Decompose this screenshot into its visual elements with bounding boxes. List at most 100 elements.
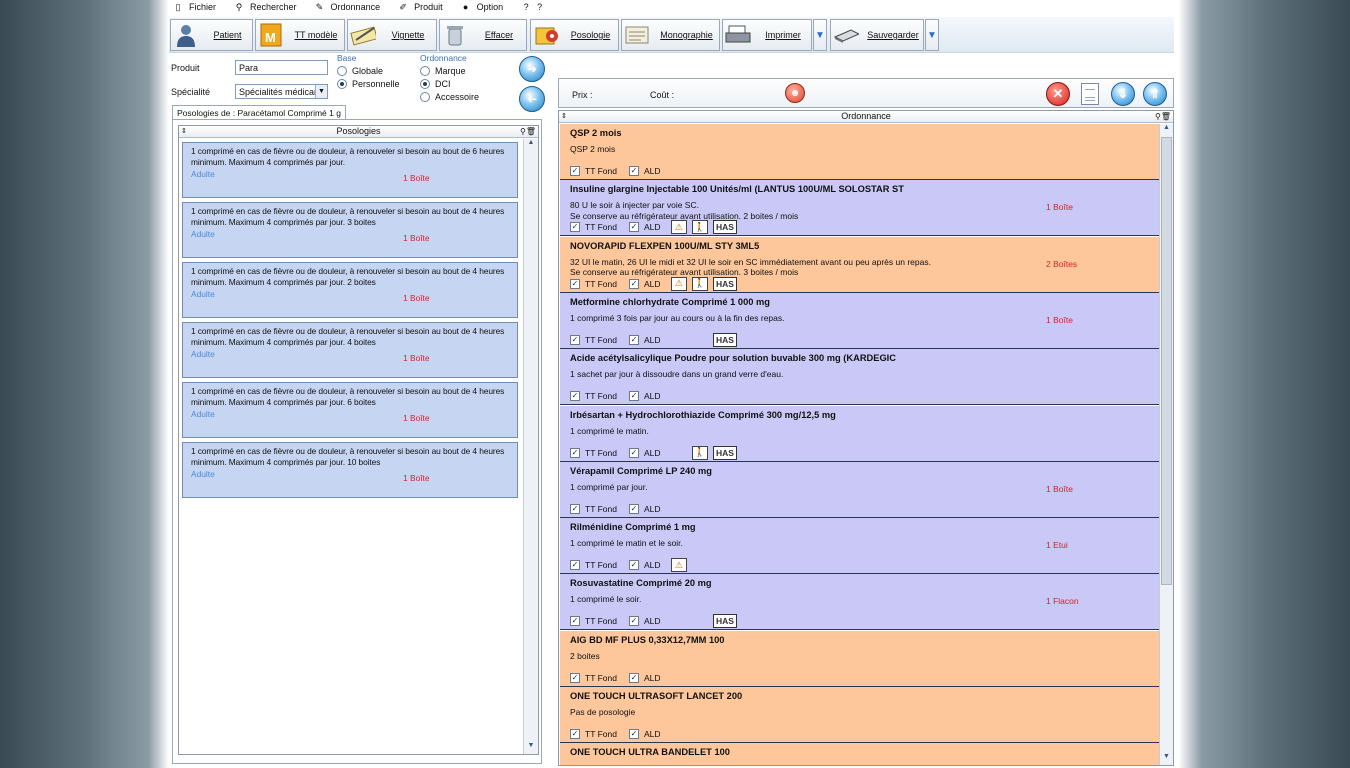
menu-item-0[interactable]: ▯ Fichier [173,2,222,12]
close-icon[interactable]: ✕ [1046,82,1070,106]
arrow-left-icon: ➜ [526,92,538,106]
forward-button[interactable]: ➜ [519,56,545,82]
radio-button[interactable] [420,79,430,89]
menu-item-5[interactable]: ?? [521,2,548,12]
sauvegarder-button[interactable]: Sauvegarder [830,19,924,51]
tt-fond-checkbox[interactable]: ✓ [570,560,580,571]
prescription-row[interactable]: Insuline glargine Injectable 100 Unités/… [560,180,1159,237]
ald-checkbox[interactable]: ✓ [628,278,639,289]
prescription-row[interactable]: Metformine chlorhydrate Comprimé 1 000 m… [560,292,1159,349]
prescription-row[interactable]: Acide acétylsalicylique Poudre pour solu… [560,349,1159,406]
svg-text:M: M [265,30,276,45]
ald-checkbox[interactable]: ✓ [628,729,639,739]
radio-option[interactable]: Personnelle [337,79,400,89]
scroll-up-icon[interactable]: ▲ [524,139,538,151]
drag-handle-icon[interactable]: ⇕ [561,111,567,122]
posologie-button[interactable]: Posologie [530,19,619,51]
search-delete-icons[interactable]: ⚲🗑 [1155,111,1171,122]
left-scrollbar[interactable]: ▲ ▼ [523,139,538,754]
radio-option[interactable]: DCI [420,79,479,89]
specialite-select[interactable]: Spécialités médicam ▼ [235,84,328,99]
tt-fond-checkbox[interactable]: ✓ [570,334,580,345]
tt-fond-checkbox[interactable]: ✓ [570,391,580,402]
tt-fond-label: TT Fond [585,616,617,627]
prescription-row[interactable]: NOVORAPID FLEXPEN 100U/ML STY 3ML5 32 UI … [560,236,1159,293]
menu-item-label: Option [476,2,504,12]
prescription-row[interactable]: Rosuvastatine Comprimé 20 mg 1 comprimé l… [560,574,1159,631]
ald-checkbox[interactable]: ✓ [628,447,639,458]
move-up-icon[interactable]: ⇑ [1143,82,1167,106]
tt-fond-checkbox[interactable]: ✓ [570,729,580,739]
posology-item[interactable]: 1 comprimé en cas de fièvre ou de douleu… [182,382,518,438]
ald-label: ALD [643,560,661,571]
flags-line: ✓ TT Fond ✓ ALD [570,727,708,741]
prescription-row[interactable]: AIG BD MF PLUS 0,33X12,7MM 100 2 boites ✓ T… [560,630,1159,687]
ald-checkbox[interactable]: ✓ [628,222,639,233]
menu-item-2[interactable]: ✎ Ordonnance [315,2,387,12]
scroll-up-icon[interactable]: ▲ [1160,124,1173,136]
posology-item[interactable]: 1 comprimé en cas de fièvre ou de douleu… [182,142,518,198]
produit-input[interactable]: Para [235,60,328,75]
radio-button[interactable] [337,66,347,76]
radio-button[interactable] [337,79,347,89]
scroll-down-icon[interactable]: ▼ [524,742,538,754]
tt-fond-checkbox[interactable]: ✓ [570,222,580,233]
radio-option[interactable]: Accessoire [420,92,479,102]
ald-checkbox[interactable]: ✓ [628,334,639,345]
right-scrollbar[interactable]: ▲ ▼ [1159,124,1173,765]
smiley-icon[interactable]: ☻ [785,83,805,103]
tt-fond-checkbox[interactable]: ✓ [570,166,580,176]
menu-item-4[interactable]: ● Option [461,2,510,12]
prescription-row[interactable]: Vérapamil Comprimé LP 240 mg 1 comprimé p… [560,461,1159,518]
menu-item-label: Produit [414,2,443,12]
radio-button[interactable] [420,92,430,102]
radio-option[interactable]: Globale [337,66,400,76]
effacer-button[interactable]: Effacer [439,19,527,51]
prescription-row[interactable]: QSP 2 mois QSP 2 mois ✓ TT Fond ✓ ALD [560,124,1159,180]
patient-button[interactable]: Patient [170,19,253,51]
posology-item[interactable]: 1 comprimé en cas de fièvre ou de douleu… [182,202,518,258]
ald-checkbox[interactable]: ✓ [628,672,639,683]
radio-option[interactable]: Marque [420,66,479,76]
tt-fond-checkbox[interactable]: ✓ [570,503,580,514]
scroll-down-icon[interactable]: ▼ [1160,753,1173,765]
tt-fond-checkbox[interactable]: ✓ [570,278,580,289]
menu-item-3[interactable]: ✐ Produit [398,2,449,12]
posology-target: Adulte [191,229,215,239]
posology-quantity: 1 Boîte [403,413,430,423]
menu-item-1[interactable]: ⚲ Rechercher [234,2,303,12]
back-button[interactable]: ➜ [519,86,545,112]
sauvegarder-dropdown[interactable]: ▼ [925,19,939,51]
posology-target: Adulte [191,169,215,179]
tt-fond-checkbox[interactable]: ✓ [570,447,580,458]
monographie-button[interactable]: Monographie [621,19,720,51]
posology-target: Adulte [191,289,215,299]
scroll-thumb[interactable] [1161,137,1172,585]
drag-handle-icon[interactable]: ⇕ [181,126,187,137]
ald-checkbox[interactable]: ✓ [628,503,639,514]
imprimer-button[interactable]: Imprimer [722,19,812,51]
tt-fond-checkbox[interactable]: ✓ [570,616,580,627]
move-down-icon[interactable]: ⇓ [1111,82,1135,106]
vignette-button[interactable]: Vignette [347,19,437,51]
prescription-row[interactable]: Rilménidine Comprimé 1 mg 1 comprimé le m… [560,518,1159,575]
posology-item[interactable]: 1 comprimé en cas de fièvre ou de douleu… [182,262,518,318]
ald-checkbox[interactable]: ✓ [628,560,639,571]
prescription-row[interactable]: ONE TOUCH ULTRA BANDELET 100 Pas de posol… [560,743,1159,765]
document-icon[interactable] [1081,83,1099,105]
search-delete-icons[interactable]: ⚲🗑 [520,126,536,137]
has-badge: HAS [712,614,737,629]
posology-item[interactable]: 1 comprimé en cas de fièvre ou de douleu… [182,442,518,498]
tt-fond-checkbox[interactable]: ✓ [570,672,580,683]
posology-item[interactable]: 1 comprimé en cas de fièvre ou de douleu… [182,322,518,378]
tt-modele-button[interactable]: M TT modèle [255,19,345,51]
posology-line: 1 comprimé le matin. [570,425,649,436]
ald-checkbox[interactable]: ✓ [628,616,639,627]
ald-checkbox[interactable]: ✓ [628,391,639,402]
prescription-row[interactable]: ONE TOUCH ULTRASOFT LANCET 200 Pas de pos… [560,687,1159,743]
tab-posologies[interactable]: Posologies de : Paracétamol Comprimé 1 g [172,105,346,120]
imprimer-dropdown[interactable]: ▼ [813,19,827,51]
radio-button[interactable] [420,66,430,76]
ald-checkbox[interactable]: ✓ [628,166,639,176]
prescription-row[interactable]: Irbésartan + Hydrochlorothiazide Comprim… [560,405,1159,462]
